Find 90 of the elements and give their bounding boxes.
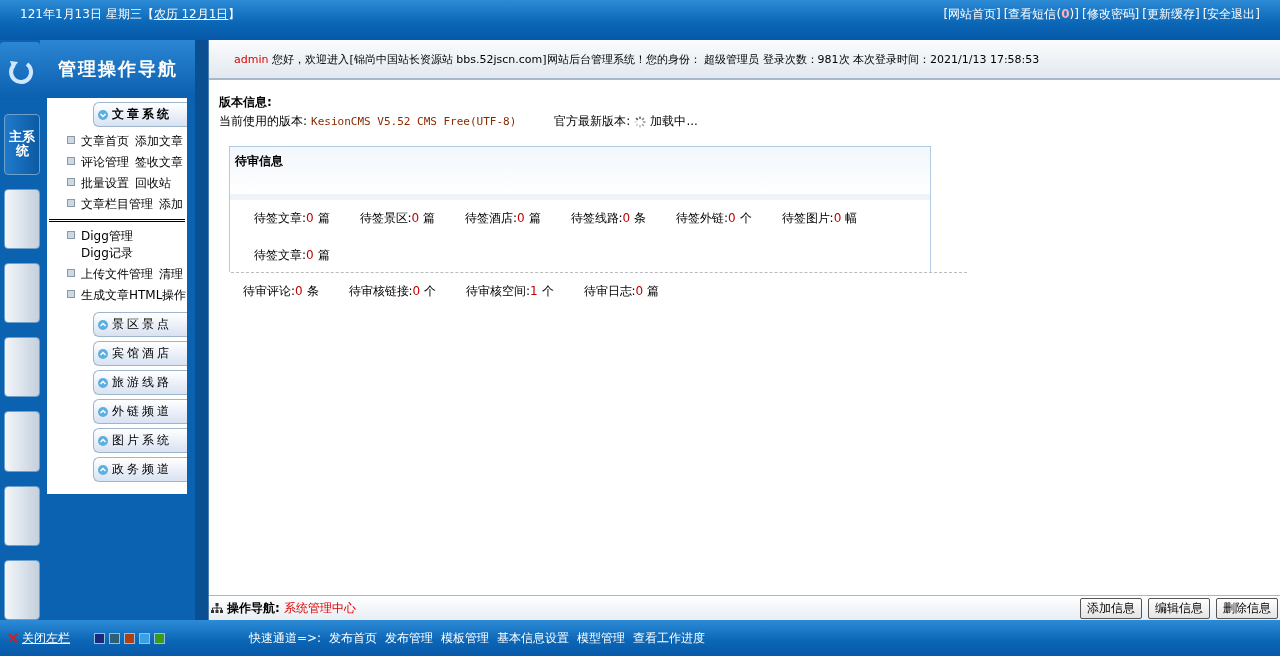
action-button[interactable]: 添加信息 — [1080, 597, 1142, 619]
bullet-icon — [67, 290, 75, 298]
quick-link[interactable]: 发布首页 — [329, 629, 378, 647]
nav-link[interactable]: 清理 — [159, 266, 183, 283]
pending-count: 待审核链接:0 个 — [348, 283, 437, 300]
quick-link[interactable]: 模型管理 — [577, 629, 626, 647]
quick-link[interactable]: 发布管理 — [385, 629, 434, 647]
bullet-icon — [67, 136, 75, 144]
nav-link[interactable]: 回收站 — [135, 175, 171, 192]
nav-link[interactable]: 评论管理 — [81, 154, 129, 171]
top-link[interactable]: [更新缓存] — [1142, 6, 1200, 23]
sidebar-tab[interactable] — [4, 337, 40, 398]
sidebar-tab[interactable] — [4, 559, 40, 620]
pending-count: 待签文章:0 篇 — [254, 210, 330, 227]
pending-count: 待签文章:0 篇 — [254, 247, 330, 264]
chevron-up-icon — [98, 464, 108, 475]
nav-title: 管理操作导航 — [57, 57, 178, 81]
user-name: admin — [234, 52, 269, 66]
nav-link[interactable]: 生成文章HTML操作 — [81, 287, 187, 304]
group-button[interactable]: 图片系统 — [93, 428, 187, 453]
close-icon — [8, 633, 18, 643]
nav-link[interactable]: 签收文章 — [135, 154, 183, 171]
lunar-date-link[interactable]: 农历 12月1日 — [153, 6, 229, 23]
top-link[interactable]: [安全退出] — [1202, 6, 1260, 23]
group-button[interactable]: 宾馆酒店 — [93, 341, 187, 366]
close-sidebar-link[interactable]: 关闭左栏 — [22, 629, 70, 647]
nav-link[interactable]: 上传文件管理 — [81, 266, 153, 283]
chevron-up-icon — [98, 319, 108, 330]
nav-link[interactable]: Digg记录 — [81, 245, 133, 262]
quick-link[interactable]: 模板管理 — [441, 629, 490, 647]
chevron-up-icon — [98, 348, 108, 359]
group-button[interactable]: 文章系统 — [93, 102, 187, 127]
quick-link[interactable]: 查看工作进度 — [633, 629, 706, 647]
pending-count: 待审核空间:1 个 — [466, 283, 554, 300]
sidebar-tab[interactable] — [4, 262, 40, 323]
nav-link[interactable]: 添加 — [159, 196, 183, 213]
chevron-up-icon — [98, 377, 108, 388]
sidebar-tab[interactable] — [4, 411, 40, 472]
group-button[interactable]: 旅游线路 — [93, 370, 187, 395]
top-link[interactable]: [网站首页] — [943, 6, 1001, 23]
welcome-text: 您好，欢迎进入[锦尚中国站长资源站 bbs.52jscn.com]网站后台管理系统！您的身份： 超级管理员 登录次数：981次 本次登录时间：2021/1/13 17:58:53 — [272, 51, 1040, 67]
nav-link[interactable]: 文章首页 — [81, 133, 129, 150]
chevron-down-icon — [98, 109, 108, 120]
panel-title: 待审信息 — [230, 147, 930, 200]
chevron-up-icon — [98, 435, 108, 446]
quick-label: 快速通道=>: — [249, 629, 322, 647]
action-button[interactable]: 编辑信息 — [1148, 597, 1210, 619]
chevron-up-icon — [98, 406, 108, 417]
pending-count: 待签外链:0 个 — [676, 210, 752, 227]
pending-count: 待审日志:0 篇 — [583, 283, 660, 300]
date-bracket: 】 — [228, 6, 241, 23]
bullet-icon — [67, 269, 75, 277]
sidebar-tab[interactable] — [4, 188, 40, 249]
pending-count: 待签酒店:0 篇 — [465, 210, 541, 227]
nav-link[interactable]: Digg管理 — [81, 228, 133, 245]
sidebar-tab[interactable] — [4, 485, 40, 546]
group-button[interactable]: 政务频道 — [93, 457, 187, 482]
sidebar-tab[interactable]: 主系统 — [4, 114, 40, 175]
bullet-icon — [67, 178, 75, 186]
action-button[interactable]: 删除信息 — [1216, 597, 1278, 619]
bullet-icon — [67, 157, 75, 165]
theme-swatch[interactable] — [154, 632, 165, 644]
nav-link[interactable]: 文章栏目管理 — [81, 196, 153, 213]
theme-swatch[interactable] — [124, 632, 135, 644]
theme-swatch[interactable] — [94, 632, 105, 644]
loading-text: 加载中... — [650, 113, 698, 130]
top-link[interactable]: [查看短信(0)] — [1003, 6, 1079, 23]
bullet-icon — [67, 231, 75, 239]
bullet-icon — [67, 199, 75, 207]
pending-count: 待审评论:0 条 — [243, 283, 319, 300]
latest-version-label: 官方最新版本: — [554, 113, 631, 130]
loading-spinner-icon — [634, 115, 647, 128]
nav-location: 系统管理中心 — [283, 599, 356, 617]
group-button[interactable]: 外链频道 — [93, 399, 187, 424]
pending-count: 待签图片:0 幅 — [781, 210, 858, 227]
date-text: 121年1月13日 星期三【 — [20, 6, 154, 23]
group-button[interactable]: 景区景点 — [93, 312, 187, 337]
nav-label: 操作导航: — [227, 599, 280, 617]
top-link[interactable]: [修改密码] — [1081, 6, 1140, 23]
theme-swatch[interactable] — [139, 632, 150, 644]
theme-swatch[interactable] — [109, 632, 120, 644]
version-title: 版本信息: — [219, 94, 273, 111]
nav-link[interactable]: 批量设置 — [81, 175, 129, 192]
pending-count: 待签线路:0 条 — [570, 210, 647, 227]
version-value: KesionCMS V5.52 CMS Free(UTF-8) — [311, 115, 517, 128]
quick-link[interactable]: 基本信息设置 — [497, 629, 570, 647]
version-label: 当前使用的版本: — [219, 113, 308, 130]
sitemap-icon — [211, 603, 223, 613]
pending-count: 待签景区:0 篇 — [359, 210, 436, 227]
nav-link[interactable]: 添加文章 — [135, 133, 183, 150]
